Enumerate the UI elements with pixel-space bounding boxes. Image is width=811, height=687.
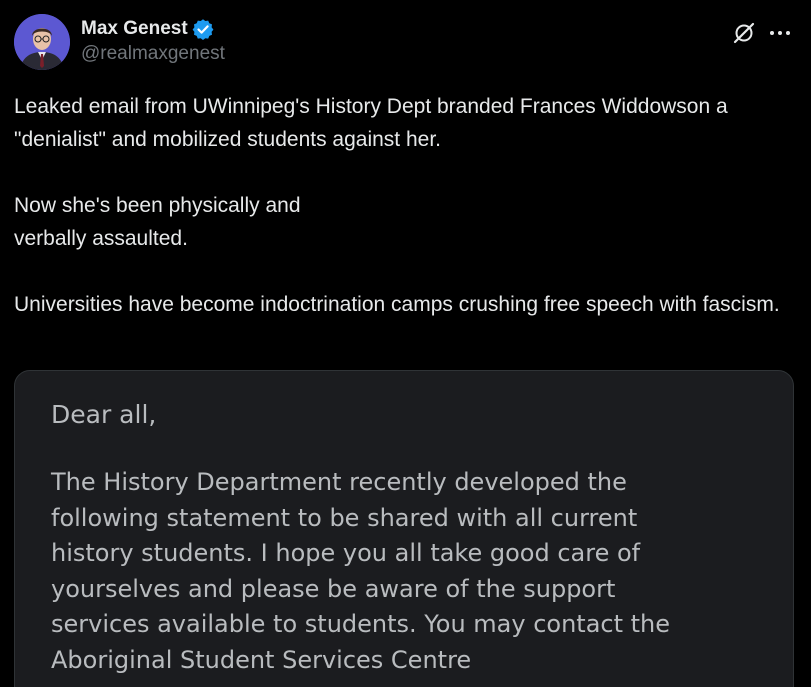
author-names: Max Genest @realmaxgenest [81, 18, 225, 65]
post: Max Genest @realmaxgenest Leaked email f… [0, 0, 811, 687]
email-line: history students. I hope you all take go… [51, 539, 641, 567]
post-paragraph: Now she's been physically and verbally a… [14, 194, 301, 250]
author-display-name[interactable]: Max Genest [81, 18, 188, 40]
avatar[interactable] [14, 14, 70, 70]
post-paragraph: Universities have become indoctrination … [14, 293, 780, 316]
more-options-icon[interactable] [765, 20, 795, 46]
email-line: services available to students. You may … [51, 610, 671, 638]
email-line: yourselves and please be aware of the su… [51, 574, 616, 603]
grok-icon[interactable] [731, 20, 757, 46]
email-line: The History Department recently develope… [51, 468, 627, 496]
display-name-row: Max Genest [81, 18, 225, 40]
author-handle[interactable]: @realmaxgenest [81, 43, 225, 65]
email-line: Aboriginal Student Services Centre [51, 645, 472, 674]
post-paragraph: Leaked email from UWinnipeg's History De… [14, 95, 728, 151]
post-text: Leaked email from UWinnipeg's History De… [14, 90, 784, 321]
email-line: following statement to be shared with al… [51, 503, 638, 532]
email-greeting: Dear all, [51, 400, 157, 429]
attached-image[interactable]: Dear all, The History Department recentl… [14, 370, 794, 687]
email-screenshot-text: Dear all, The History Department recentl… [51, 395, 771, 678]
post-header: Max Genest @realmaxgenest [14, 14, 797, 72]
verified-badge-icon[interactable] [192, 18, 214, 40]
